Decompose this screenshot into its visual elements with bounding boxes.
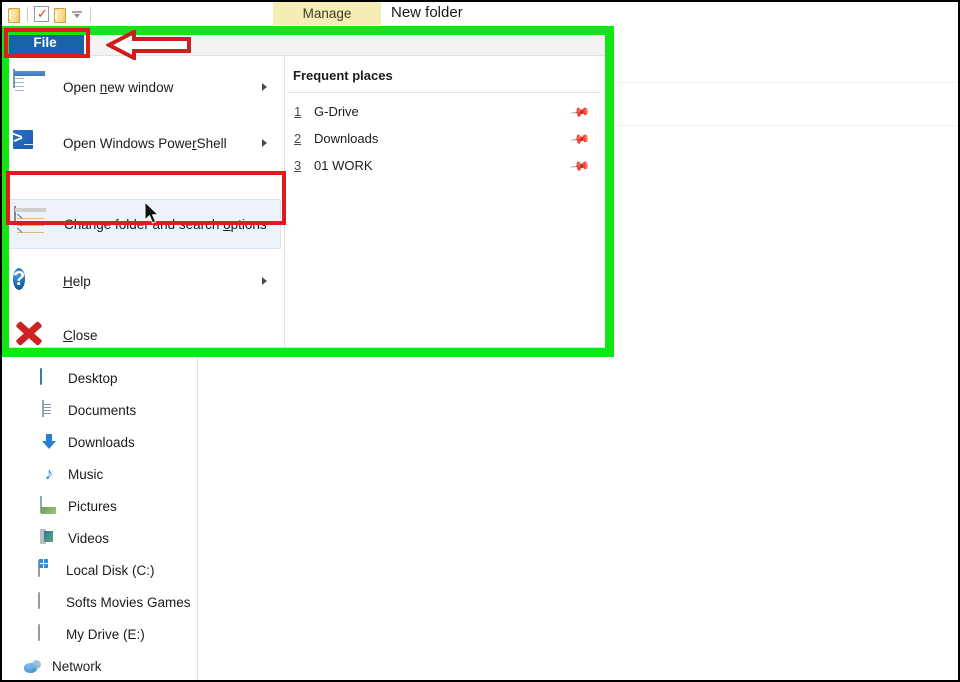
nav-item-label: Documents [68, 402, 137, 418]
desktop-icon [40, 368, 58, 387]
nav-item-label: Desktop [68, 370, 118, 386]
menu-item-label: Change folder and search options [64, 216, 267, 232]
ribbon-right-blank [614, 26, 958, 358]
system-drive-icon [38, 560, 56, 579]
menu-item-help[interactable]: ? Help [5, 256, 281, 306]
window-title: New folder [391, 4, 463, 21]
navigation-pane: Desktop Documents Downloads ♪ Music Pict… [2, 358, 198, 680]
nav-item-music[interactable]: ♪ Music [2, 460, 198, 488]
properties-icon[interactable]: ✓ [34, 6, 49, 22]
network-icon [24, 659, 42, 675]
pin-icon[interactable]: 📌 [569, 101, 591, 123]
frequent-places-heading: Frequent places [293, 68, 393, 83]
tab-manage-label: Manage [302, 6, 352, 21]
help-icon: ? [13, 268, 26, 290]
nav-item-my-drive-e[interactable]: My Drive (E:) [2, 620, 198, 648]
frequent-place-number: 3 [294, 158, 302, 173]
drive-icon [38, 592, 56, 611]
left-arrow-annotation [106, 30, 191, 60]
nav-item-label: Softs Movies Games [66, 594, 191, 610]
drive-icon [38, 624, 56, 643]
powershell-icon: >_ [11, 130, 35, 149]
documents-icon [40, 400, 58, 419]
nav-item-label: Network [52, 658, 102, 674]
frequent-place-name: G-Drive [314, 104, 359, 119]
new-folder-icon[interactable] [52, 7, 67, 23]
frequent-place-name: 01 WORK [314, 158, 373, 173]
file-list-area[interactable] [199, 358, 958, 680]
frequent-places-panel: Frequent places 1 G-Drive 📌 2 Downloads … [286, 56, 606, 347]
nav-item-label: Videos [68, 530, 110, 546]
quick-access-toolbar: ✓ [6, 4, 94, 24]
frequent-place-number: 1 [294, 104, 302, 119]
menu-item-change-folder-and-search-options[interactable]: Change folder and search options [5, 199, 281, 249]
file-tab-label: File [33, 35, 57, 50]
file-menu-list: Open new window >_ Open Windows PowerShe… [2, 56, 285, 347]
nav-item-downloads[interactable]: Downloads [2, 428, 198, 456]
menu-item-label: Close [63, 327, 98, 343]
nav-item-documents[interactable]: Documents [2, 396, 198, 424]
separator-line [614, 82, 958, 83]
folder-icon[interactable] [6, 7, 21, 23]
separator-line [614, 125, 958, 126]
videos-icon [40, 529, 58, 547]
new-window-icon [13, 69, 47, 104]
frequent-place-row[interactable]: 3 01 WORK 📌 [288, 152, 600, 179]
heading-divider [288, 92, 600, 93]
nav-item-videos[interactable]: Videos [2, 524, 198, 552]
nav-item-pictures[interactable]: Pictures [2, 492, 198, 520]
nav-item-label: My Drive (E:) [66, 626, 145, 642]
frequent-place-number: 2 [294, 131, 302, 146]
chevron-right-icon [262, 277, 267, 285]
frequent-place-name: Downloads [314, 131, 379, 146]
pin-icon[interactable]: 📌 [569, 155, 591, 177]
nav-item-desktop[interactable]: Desktop [2, 364, 198, 392]
nav-item-label: Music [68, 466, 104, 482]
pictures-icon [40, 496, 58, 515]
nav-item-local-disk-c[interactable]: Local Disk (C:) [2, 556, 198, 584]
file-tab[interactable]: File [6, 30, 84, 55]
nav-item-network[interactable]: Network [2, 652, 198, 680]
menu-item-label: Help [63, 273, 91, 289]
pin-icon[interactable]: 📌 [569, 128, 591, 150]
menu-item-label: Open Windows PowerShell [63, 135, 227, 151]
mouse-cursor [145, 202, 160, 224]
tab-manage[interactable]: Manage [273, 2, 381, 25]
close-icon [13, 318, 47, 352]
file-backstage-menu: File Open new window >_ Open Windows Pow… [2, 28, 606, 348]
explorer-window: ✓ Manage New folder File Open new window… [2, 2, 958, 680]
menu-item-open-new-window[interactable]: Open new window [5, 62, 281, 112]
check-glyph: ✓ [37, 6, 48, 21]
nav-item-label: Pictures [68, 498, 117, 514]
toolbar-divider [90, 6, 91, 22]
chevron-right-icon [262, 139, 267, 147]
folder-options-icon [14, 206, 48, 241]
frequent-place-row[interactable]: 1 G-Drive 📌 [288, 98, 600, 125]
menu-item-open-windows-powershell[interactable]: >_ Open Windows PowerShell [5, 118, 281, 168]
nav-item-softs-movies-games[interactable]: Softs Movies Games [2, 588, 198, 616]
customize-dropdown-icon[interactable] [70, 7, 84, 22]
frequent-place-row[interactable]: 2 Downloads 📌 [288, 125, 600, 152]
nav-item-label: Local Disk (C:) [66, 562, 155, 578]
music-icon: ♪ [44, 464, 54, 483]
file-tab-row: File [2, 28, 606, 56]
nav-item-label: Downloads [68, 434, 135, 450]
toolbar-divider [27, 6, 28, 22]
chevron-right-icon [262, 83, 267, 91]
title-bar: ✓ Manage New folder [2, 2, 958, 26]
menu-item-close[interactable]: Close [5, 310, 281, 360]
downloads-icon [40, 433, 58, 451]
menu-item-label: Open new window [63, 79, 174, 95]
